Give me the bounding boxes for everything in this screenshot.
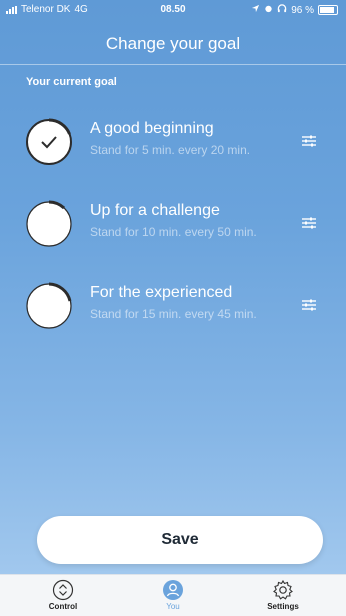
headphones-icon (277, 4, 287, 16)
header-divider (0, 64, 346, 65)
user-icon (163, 580, 183, 600)
battery-icon (318, 5, 338, 15)
goal-title: Up for a challenge (90, 202, 220, 219)
goal-option-good-beginning[interactable]: A good beginning Stand for 5 min. every … (0, 112, 346, 172)
goal-subtitle: Stand for 5 min. every 20 min. (90, 143, 251, 157)
tab-control[interactable]: Control (18, 575, 108, 616)
sliders-icon[interactable] (298, 130, 320, 152)
status-bar: Telenor DK 4G 08.50 96 % (0, 0, 346, 20)
alarm-icon (264, 4, 273, 16)
battery-percent: 96 % (291, 4, 314, 16)
goal-subtitle: Stand for 10 min. every 50 min. (90, 225, 257, 239)
app-screen: Telenor DK 4G 08.50 96 % Change your goa… (0, 0, 346, 616)
goal-option-challenge[interactable]: Up for a challenge Stand for 10 min. eve… (0, 194, 346, 254)
chevron-updown-icon (52, 579, 74, 601)
tab-settings[interactable]: Settings (238, 575, 328, 616)
gear-icon (273, 579, 293, 600)
tab-label: You (166, 602, 180, 611)
tab-label: Settings (267, 602, 299, 611)
goal-option-experienced[interactable]: For the experienced Stand for 15 min. ev… (0, 276, 346, 336)
goal-title: For the experienced (90, 284, 233, 301)
sliders-icon[interactable] (298, 212, 320, 234)
tab-you[interactable]: You (128, 575, 218, 616)
goal-progress-ring (26, 282, 72, 329)
sliders-icon[interactable] (298, 294, 320, 316)
page-title: Change your goal (105, 34, 241, 53)
tab-bar: Control You Settings (0, 574, 346, 616)
location-icon (251, 4, 260, 16)
checkmark-icon (41, 136, 57, 149)
goal-title: A good beginning (90, 120, 214, 137)
status-right: 96 % (251, 4, 338, 16)
tab-label: Control (48, 602, 78, 611)
save-button[interactable]: Save (37, 516, 323, 564)
section-label: Your current goal (26, 76, 117, 88)
goal-progress-ring (26, 200, 72, 247)
goal-subtitle: Stand for 15 min. every 45 min. (90, 307, 257, 321)
